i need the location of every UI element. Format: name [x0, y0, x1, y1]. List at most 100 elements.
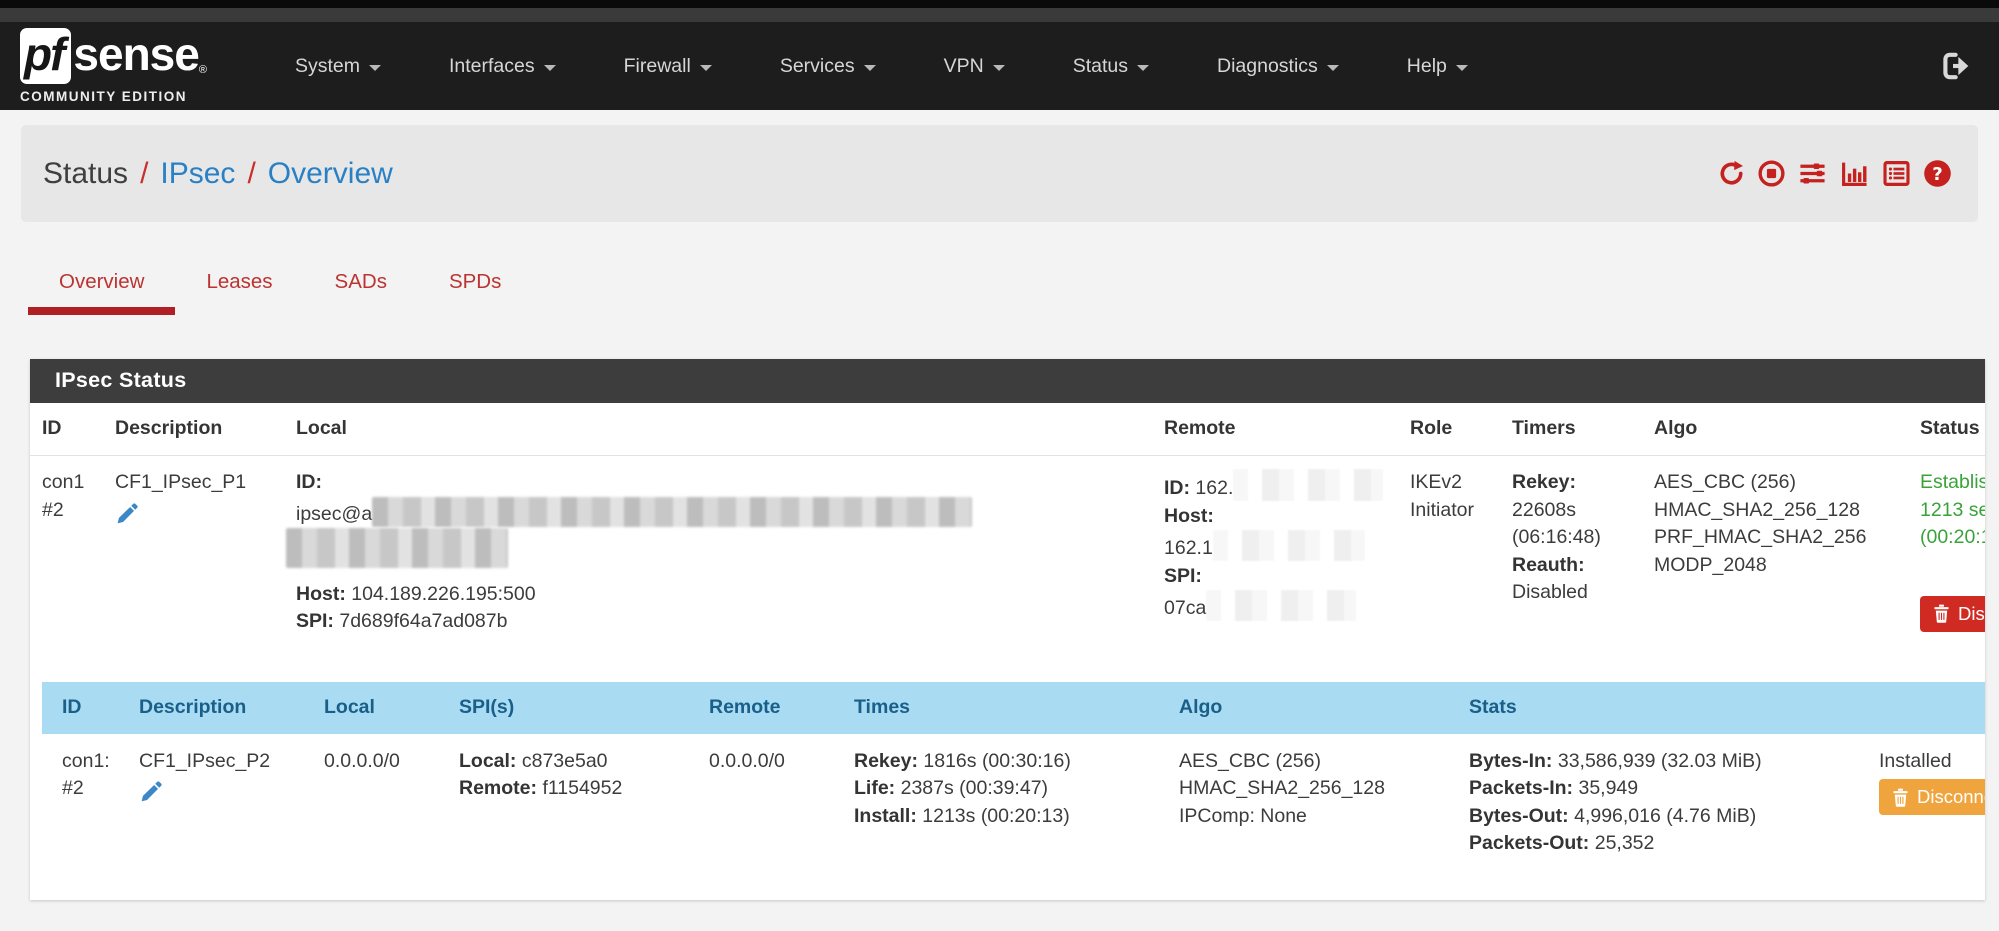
disconnect-p2-button[interactable]: Disconnect	[1879, 779, 1985, 815]
panel-title: IPsec Status	[30, 359, 1985, 403]
status-text: Installed	[1879, 748, 1985, 776]
cell-algo: AES_CBC (256) HMAC_SHA2_256_128 IPComp: …	[1167, 734, 1457, 874]
status-text: (00:20:13)	[1920, 524, 1985, 552]
nav-item-status[interactable]: Status	[1039, 45, 1183, 88]
trash-icon	[1933, 604, 1950, 623]
status-text: 1213 seconds	[1920, 497, 1985, 525]
graph-icon[interactable]	[1839, 159, 1870, 188]
chevron-down-icon	[1327, 65, 1339, 71]
cell-description: CF1_IPsec_P2	[127, 734, 312, 874]
col-header-description: Description	[103, 403, 284, 456]
redacted-local-id	[372, 497, 972, 527]
logo-registered-mark: ®	[199, 64, 207, 76]
log-list-icon[interactable]	[1881, 159, 1912, 188]
col-header-role: Role	[1398, 403, 1500, 456]
top-gray-strip	[0, 8, 1999, 22]
cell-status: Established 1213 seconds (00:20:13) Disc…	[1908, 456, 1985, 666]
col-header-times: Times	[842, 682, 1167, 734]
nav-item-firewall[interactable]: Firewall	[590, 45, 746, 88]
ike-table: ID Description Local Remote Role Timers …	[30, 403, 1985, 666]
top-black-strip	[0, 0, 1999, 8]
breadcrumb-panel: Status / IPsec / Overview	[21, 125, 1978, 222]
help-icon[interactable]: ?	[1923, 159, 1952, 188]
cell-times: Rekey: 1816s (00:30:16) Life: 2387s (00:…	[842, 734, 1167, 874]
tab-spds[interactable]: SPDs	[418, 260, 532, 315]
table-row: con1 #2 CF1_IPsec_P1 ID: ipsec@a	[30, 456, 1985, 666]
cell-remote: ID: 162. Host: 162.1 SPI: 07ca	[1152, 456, 1398, 666]
cell-local: ID: ipsec@a Host: 104.189.226.195:500 SP…	[284, 456, 1152, 666]
cell-algo: AES_CBC (256) HMAC_SHA2_256_128 PRF_HMAC…	[1642, 456, 1908, 666]
logo-sense-text: sense	[73, 28, 198, 80]
nav-menu: System Interfaces Firewall Services VPN …	[261, 45, 1939, 88]
chevron-down-icon	[369, 65, 381, 71]
col-header-id: ID	[42, 682, 127, 734]
chevron-down-icon	[864, 65, 876, 71]
redacted-remote-id	[1233, 469, 1383, 501]
svg-text:?: ?	[1932, 164, 1943, 185]
breadcrumb-link-overview[interactable]: Overview	[268, 157, 393, 191]
table-row: con1: #2 CF1_IPsec_P2 0.0.0.0/0 Local: c…	[42, 734, 1985, 874]
chevron-down-icon	[544, 65, 556, 71]
disconnect-p1-button[interactable]: Disconnect	[1920, 596, 1985, 632]
child-sa-table: ID Description Local SPI(s) Remote Times…	[42, 682, 1985, 874]
nav-item-diagnostics[interactable]: Diagnostics	[1183, 45, 1373, 88]
col-header-local: Local	[312, 682, 447, 734]
tab-bar: Overview Leases SADs SPDs	[28, 260, 1999, 315]
child-table-header-row: ID Description Local SPI(s) Remote Times…	[42, 682, 1985, 734]
chevron-down-icon	[700, 65, 712, 71]
redacted-remote-host	[1213, 530, 1365, 561]
ike-table-header-row: ID Description Local Remote Role Timers …	[30, 403, 1985, 456]
chevron-down-icon	[1137, 65, 1149, 71]
breadcrumb-separator: /	[247, 157, 255, 191]
stop-service-icon[interactable]	[1757, 159, 1786, 188]
tab-overview[interactable]: Overview	[28, 260, 175, 315]
pfsense-logo[interactable]: pfsense® COMMUNITY EDITION	[20, 28, 207, 104]
related-settings-icon[interactable]	[1797, 159, 1828, 188]
col-header-remote: Remote	[697, 682, 842, 734]
cell-id: con1 #2	[30, 456, 103, 666]
status-text: Established	[1920, 469, 1985, 497]
nav-item-services[interactable]: Services	[746, 45, 910, 88]
cell-remote: 0.0.0.0/0	[697, 734, 842, 874]
tab-sads[interactable]: SADs	[304, 260, 418, 315]
chevron-down-icon	[993, 65, 1005, 71]
col-header-description: Description	[127, 682, 312, 734]
page-action-icons: ?	[1717, 159, 1952, 188]
col-header-remote: Remote	[1152, 403, 1398, 456]
nav-item-interfaces[interactable]: Interfaces	[415, 45, 590, 88]
col-header-algo: Algo	[1642, 403, 1908, 456]
tab-leases[interactable]: Leases	[175, 260, 303, 315]
breadcrumb-section: Status	[43, 157, 128, 191]
cell-status: Installed Disconnect	[1867, 734, 1985, 874]
col-header-status: Status	[1908, 403, 1985, 456]
logo-pf-badge: pf	[20, 28, 71, 84]
breadcrumb: Status / IPsec / Overview	[43, 157, 393, 191]
cell-local: 0.0.0.0/0	[312, 734, 447, 874]
cell-id: con1: #2	[42, 734, 127, 874]
cell-description: CF1_IPsec_P1	[103, 456, 284, 666]
redacted-remote-spi	[1206, 590, 1356, 621]
col-header-id: ID	[30, 403, 103, 456]
logout-icon[interactable]	[1939, 50, 1971, 82]
nav-item-help[interactable]: Help	[1373, 45, 1502, 88]
refresh-icon[interactable]	[1717, 159, 1746, 188]
redacted-local-id	[286, 528, 508, 568]
col-header-algo: Algo	[1167, 682, 1457, 734]
chevron-down-icon	[1456, 65, 1468, 71]
nav-item-system[interactable]: System	[261, 45, 415, 88]
edit-pencil-icon[interactable]	[115, 501, 140, 526]
col-header-stats: Stats	[1457, 682, 1867, 734]
col-header-spis: SPI(s)	[447, 682, 697, 734]
breadcrumb-link-ipsec[interactable]: IPsec	[160, 157, 235, 191]
nav-item-vpn[interactable]: VPN	[910, 45, 1039, 88]
col-header-local: Local	[284, 403, 1152, 456]
col-header-timers: Timers	[1500, 403, 1642, 456]
cell-timers: Rekey: 22608s (06:16:48) Reauth: Disable…	[1500, 456, 1642, 666]
logo-edition-label: COMMUNITY EDITION	[20, 89, 207, 104]
cell-role: IKEv2 Initiator	[1398, 456, 1500, 666]
cell-stats: Bytes-In: 33,586,939 (32.03 MiB) Packets…	[1457, 734, 1867, 874]
breadcrumb-separator: /	[140, 157, 148, 191]
edit-pencil-icon[interactable]	[139, 779, 164, 804]
navbar: pfsense® COMMUNITY EDITION System Interf…	[0, 22, 1999, 110]
trash-icon	[1892, 788, 1909, 807]
